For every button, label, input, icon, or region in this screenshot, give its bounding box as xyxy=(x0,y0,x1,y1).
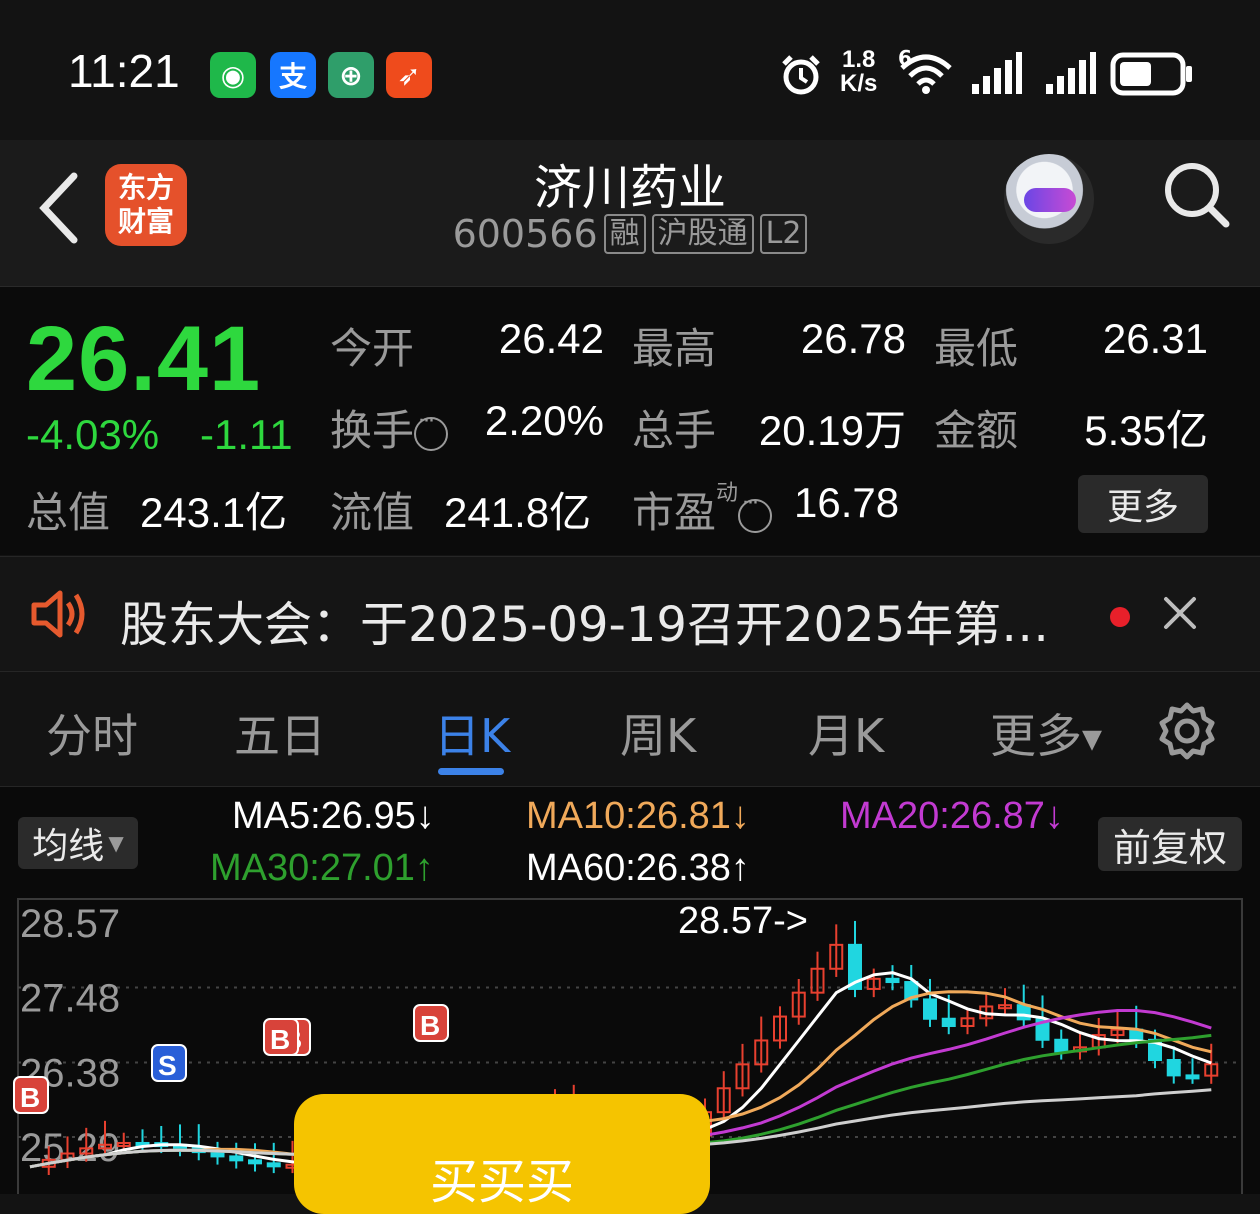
current-price: 26.41 xyxy=(26,308,262,410)
stock-header: 东方 财富 济川药业 600566 融 沪股通 L2 xyxy=(0,140,1260,287)
candle-body xyxy=(1054,1038,1069,1053)
candle-body xyxy=(1166,1059,1181,1077)
high-value: 26.78 xyxy=(800,315,906,362)
close-icon[interactable] xyxy=(1162,595,1198,631)
candle-body xyxy=(1016,1004,1031,1021)
candle-body xyxy=(923,998,937,1020)
mktcap-label: 总值 xyxy=(26,488,111,537)
alipay-icon: 支 xyxy=(270,52,316,98)
tag-connect: 沪股通 xyxy=(651,214,754,254)
candle-body xyxy=(885,977,900,984)
more-quote-button[interactable]: 更多 xyxy=(1078,475,1208,533)
clock: 11:21 xyxy=(68,45,180,97)
dropdown-arrow-icon: ▼ xyxy=(108,831,124,855)
quote-panel: 26.41 -4.03% -1.11 今开 26.42 最高 26.78 最低 … xyxy=(0,287,1260,555)
volume-value: 20.19万 xyxy=(758,407,906,454)
high-marker: 28.57-> xyxy=(678,900,808,942)
active-tab-indicator xyxy=(438,768,504,775)
wechat-icon: ◉ xyxy=(210,52,256,98)
high-label: 最高 xyxy=(632,324,717,373)
unread-dot xyxy=(1110,607,1130,627)
announcement-bar[interactable]: 股东大会：于2025-09-19召开2025年第… xyxy=(0,556,1260,672)
volume-label: 总手 xyxy=(632,406,717,455)
tag-margin: 融 xyxy=(603,214,646,254)
candle-body xyxy=(210,1151,225,1158)
ma-selector-button[interactable]: 均线 ▼ xyxy=(18,817,138,869)
stock-code: 600566 xyxy=(452,212,598,256)
candle-body xyxy=(229,1155,244,1162)
signal-icon-2 xyxy=(1046,52,1096,94)
float-value: 241.8亿 xyxy=(444,489,592,536)
tab-weekly-k[interactable]: 周K xyxy=(620,700,696,766)
speaker-icon xyxy=(31,590,85,638)
buy-button-label: 买买买 xyxy=(429,1154,574,1210)
ma60-label: MA60:26.38↑ xyxy=(526,847,750,889)
tab-more[interactable]: 更多▼ xyxy=(990,700,1102,766)
signal-letter: B xyxy=(270,1024,290,1055)
float-label: 流值 xyxy=(330,488,415,537)
pe-label: 市盈动 xyxy=(632,479,773,540)
candle-body xyxy=(941,1017,956,1028)
settings-gear-icon[interactable] xyxy=(1156,700,1218,762)
ma10-label: MA10:26.81↓ xyxy=(526,795,750,837)
assistant-robot-icon[interactable] xyxy=(1004,154,1094,244)
period-tabs: 分时 五日 日K 周K 月K 更多▼ xyxy=(0,672,1260,787)
signal-letter: B xyxy=(20,1082,40,1113)
open-label: 今开 xyxy=(330,324,415,373)
adjust-mode-button[interactable]: 前复权 xyxy=(1098,817,1242,871)
signal-icon xyxy=(972,52,1022,94)
mktcap-value: 243.1亿 xyxy=(140,489,288,536)
turnover-label: 换手 xyxy=(330,397,449,458)
ma20-label: MA20:26.87↓ xyxy=(840,795,1064,837)
net-speed: 1.8 K/s xyxy=(840,46,878,97)
tab-monthly-k[interactable]: 月K xyxy=(808,700,884,766)
tag-level2: L2 xyxy=(759,214,808,254)
y-tick-label: 27.48 xyxy=(20,976,120,1020)
search-icon[interactable] xyxy=(1160,158,1232,230)
tab-daily-k[interactable]: 日K xyxy=(434,700,510,766)
change-percent: -4.03% xyxy=(26,411,160,458)
amount-value: 5.35亿 xyxy=(1084,407,1208,454)
signal-letter: S xyxy=(158,1050,177,1081)
change-amount: -1.11 xyxy=(200,411,293,458)
tab-five-day[interactable]: 五日 xyxy=(234,700,326,766)
status-bar: 11:21 ◉ 支 ⊕ ➶ 1.8 K/s 6 xyxy=(0,0,1260,140)
candle-body xyxy=(1185,1074,1200,1080)
announcement-text: 股东大会：于2025-09-19召开2025年第… xyxy=(120,597,1050,653)
pe-info-icon[interactable] xyxy=(738,491,773,533)
alarm-icon xyxy=(782,55,820,95)
turnover-value: 2.20% xyxy=(484,397,604,444)
buy-button[interactable]: 买买买 xyxy=(294,1094,710,1214)
amount-label: 金额 xyxy=(934,406,1019,455)
tab-intraday[interactable]: 分时 xyxy=(46,700,138,766)
battery-icon xyxy=(1110,52,1192,96)
signal-letter: B xyxy=(420,1010,440,1041)
ma30-label: MA30:27.01↑ xyxy=(210,847,434,889)
candle-body xyxy=(248,1159,262,1165)
bank-icon: ⊕ xyxy=(328,52,374,98)
wifi-gen: 6 xyxy=(898,46,912,70)
app-icon-orange: ➶ xyxy=(386,52,432,98)
pe-value: 16.78 xyxy=(794,479,900,526)
low-label: 最低 xyxy=(934,324,1019,373)
open-value: 26.42 xyxy=(498,315,604,362)
low-value: 26.31 xyxy=(1102,315,1208,362)
dropdown-arrow-icon: ▼ xyxy=(1082,724,1102,755)
y-tick-label: 28.57 xyxy=(20,902,120,946)
candle-body xyxy=(266,1162,281,1168)
ma5-label: MA5:26.95↓ xyxy=(232,795,435,837)
